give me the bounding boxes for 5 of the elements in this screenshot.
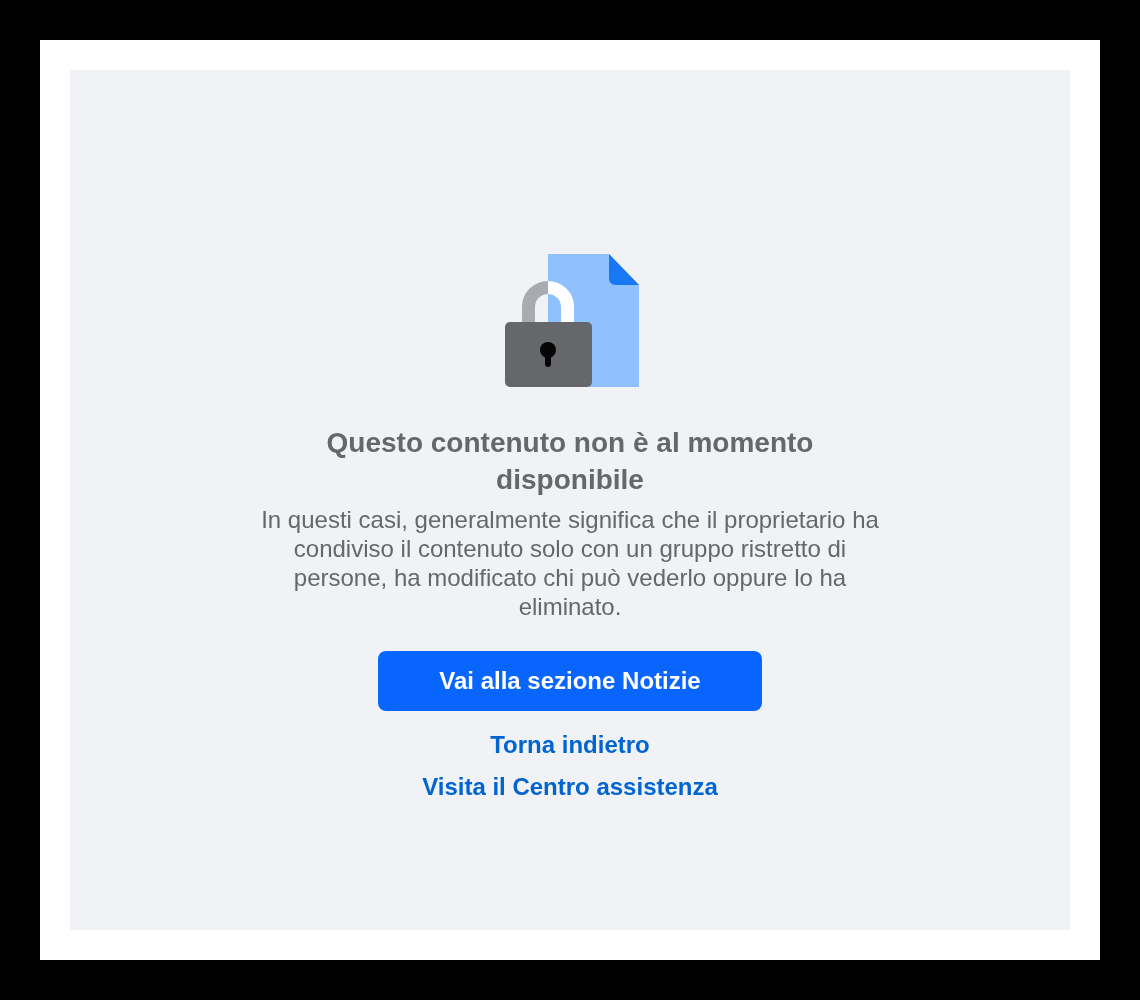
back-link[interactable]: Torna indietro: [490, 730, 650, 760]
page-title: Questo contenuto non è al momento disponibile: [325, 426, 815, 497]
help-center-link[interactable]: Visita il Centro assistenza: [422, 772, 718, 802]
news-feed-button[interactable]: Vai alla sezione Notizie: [378, 651, 762, 711]
message-text: In questi casi, generalmente significa che il proprietario ha condiviso il contenuto solo con un gruppo ristretto di persone, ha modificato chi può vederlo oppure lo ha eliminato.: [260, 505, 880, 621]
